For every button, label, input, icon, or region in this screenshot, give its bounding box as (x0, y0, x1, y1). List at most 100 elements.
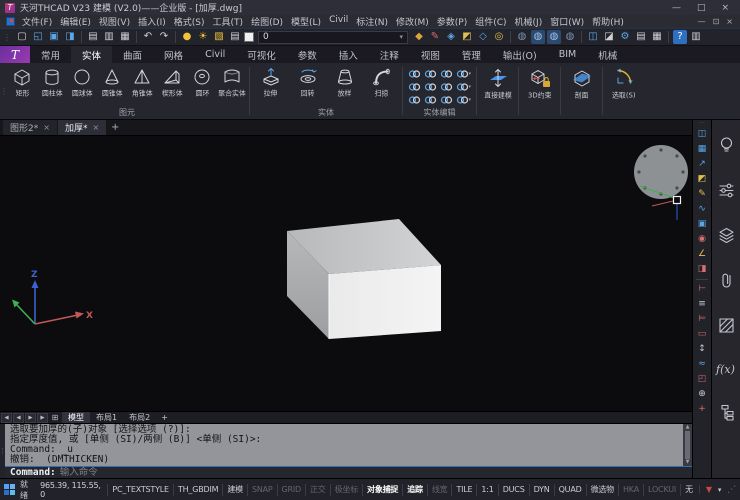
ribbon-item-cylinder[interactable]: 圆柱体 (37, 66, 67, 99)
status-scale[interactable]: 1:1 (476, 484, 497, 496)
drawing-canvas[interactable]: Z X (0, 136, 692, 411)
status-quad[interactable]: QUAD (554, 484, 586, 496)
ribbon-tab[interactable]: Civil (194, 46, 236, 63)
prev-layout-button[interactable]: ◀ (13, 413, 24, 423)
orbit-navigation-sphere[interactable] (634, 145, 688, 199)
layer-tools-icon[interactable]: ◈ (444, 30, 458, 44)
layout-tab[interactable]: 布局1 (90, 412, 123, 424)
ribbon-item-torus[interactable]: 圆环 (187, 66, 217, 99)
status-dimstyle[interactable]: TH_GBDIM (173, 484, 222, 496)
ribbon-item-wedge[interactable]: 楔形体 (157, 66, 187, 99)
ribbon-item-pyramid[interactable]: 角锥体 (127, 66, 157, 99)
spline-icon[interactable]: ∿ (695, 202, 710, 217)
ribbon-tab[interactable]: 常用 (30, 46, 71, 63)
doc-restore-button[interactable]: ⊡ (713, 17, 720, 26)
lightbulb-icon[interactable] (717, 136, 736, 155)
menu-item[interactable]: 修改(M) (392, 15, 433, 28)
scroll-up-icon[interactable]: ▲ (686, 425, 690, 430)
measure-icon[interactable]: ∠ (695, 247, 710, 262)
status-ortho[interactable]: 正交 (305, 484, 330, 496)
orbit-constrained-icon[interactable]: ◍ (531, 30, 545, 44)
ribbon-item-cone[interactable]: 圆锥体 (97, 66, 127, 99)
ribbon-tab[interactable]: 参数 (287, 46, 328, 63)
ribbon-item-loft[interactable]: 放样 (326, 66, 363, 99)
next-layout-button[interactable]: ▶ (25, 413, 36, 423)
status-polar[interactable]: 极坐标 (330, 484, 362, 496)
dim-align-icon[interactable]: ≈ (695, 357, 710, 372)
brightness-icon[interactable]: ☀ (196, 30, 210, 44)
dim-baseline-icon[interactable]: ⊨ (695, 312, 710, 327)
undo-icon[interactable]: ↶ (141, 30, 155, 44)
orbit-free-icon[interactable]: ◍ (515, 30, 529, 44)
camera-icon[interactable]: ◨ (695, 262, 710, 277)
dim-box-icon[interactable]: ▭ (695, 327, 710, 342)
bulb-on-icon[interactable]: ● (180, 30, 194, 44)
ribbon-tab[interactable]: 输出(O) (492, 46, 548, 63)
scrollbar-thumb[interactable] (685, 431, 690, 459)
menu-item[interactable]: 窗口(W) (546, 15, 588, 28)
status-ducs[interactable]: DUCS (498, 484, 529, 496)
properties-icon[interactable]: ▤ (634, 30, 648, 44)
menu-item[interactable]: 文件(F) (18, 15, 56, 28)
menu-item[interactable]: Civil (325, 15, 352, 28)
layout-tab[interactable]: 模型 (62, 412, 90, 424)
hatch-icon[interactable] (717, 316, 736, 335)
command-input[interactable] (60, 467, 687, 478)
quick-view-icon[interactable]: ⊞ (49, 413, 61, 422)
first-layout-button[interactable]: ◀ (1, 413, 12, 423)
command-scrollbar[interactable]: ▲ ▼ (683, 424, 692, 466)
ribbon-tab[interactable]: 管理 (451, 46, 492, 63)
selection-filter-icon[interactable]: ▼ (699, 485, 714, 494)
ribbon-tab[interactable]: 实体 (71, 46, 112, 63)
close-button[interactable]: × (721, 3, 729, 13)
ribbon-item-sphere[interactable]: 圆球体 (67, 66, 97, 99)
status-grid[interactable]: GRID (277, 484, 305, 496)
thcad-logo[interactable]: T (0, 46, 30, 63)
dim-center-icon[interactable]: ⊕ (695, 387, 710, 402)
ribbon-tab[interactable]: 网格 (153, 46, 194, 63)
plot-icon[interactable]: ▤ (86, 30, 100, 44)
ribbon-item-direct-modeling[interactable]: 直接建模 (479, 66, 516, 101)
layout-tab[interactable]: 布局2 (123, 412, 156, 424)
shell-icon[interactable] (440, 81, 455, 93)
image-frame-icon[interactable]: ▣ (695, 217, 710, 232)
viewport-icon[interactable]: ◫ (586, 30, 600, 44)
dim-stack-icon[interactable]: ≡ (695, 297, 710, 312)
scroll-down-icon[interactable]: ▼ (686, 460, 690, 465)
structure-tree-icon[interactable] (717, 403, 736, 422)
status-hka[interactable]: HKA (618, 484, 643, 496)
status-filter-value[interactable]: 无 (680, 484, 697, 496)
save-as-icon[interactable]: ◨ (63, 30, 77, 44)
menu-item[interactable]: 格式(S) (170, 15, 209, 28)
paperclip-icon[interactable] (717, 271, 736, 290)
new-file-icon[interactable]: ▢ (15, 30, 29, 44)
redo-icon[interactable]: ↷ (157, 30, 171, 44)
layer-dropdown[interactable]: 0▾ (258, 31, 408, 44)
render-icon[interactable]: ◩ (695, 172, 710, 187)
polyline-edit-icon[interactable]: ↗ (695, 157, 710, 172)
dim-linear-icon[interactable]: ⊢ (695, 282, 710, 297)
minimize-button[interactable]: — (672, 3, 681, 13)
ribbon-item-extrude[interactable]: 拉伸 (252, 66, 289, 99)
sliders-icon[interactable] (717, 181, 736, 200)
close-tab-icon[interactable]: × (92, 123, 99, 132)
doc-close-button[interactable]: × (726, 17, 733, 26)
sheet-set-icon[interactable]: ▦ (695, 142, 710, 157)
ribbon-tab[interactable]: 可视化 (236, 46, 287, 63)
status-cycling[interactable]: 微选物 (586, 484, 618, 496)
batch-plot-icon[interactable]: ▥ (102, 30, 116, 44)
settings-icon[interactable]: ⚙ (618, 30, 632, 44)
chevron-down-icon[interactable]: ▾ (714, 486, 725, 494)
menu-item[interactable]: 参数(P) (433, 15, 471, 28)
save-icon[interactable]: ▣ (47, 30, 61, 44)
point-style-icon[interactable]: ◉ (695, 232, 710, 247)
named-views-icon[interactable]: ◫ (695, 127, 710, 142)
ribbon-tab[interactable]: 机械 (587, 46, 628, 63)
offset-face-icon[interactable]: ▾ (456, 94, 471, 106)
new-layout-button[interactable]: + (157, 413, 172, 422)
publish-icon[interactable]: ▦ (118, 30, 132, 44)
new-drawing-tab-button[interactable]: + (107, 120, 123, 135)
menu-item[interactable]: 标注(N) (352, 15, 392, 28)
help-icon[interactable]: ? (673, 30, 687, 44)
ribbon-item-polysolid[interactable]: 聚合实体 (217, 66, 247, 99)
